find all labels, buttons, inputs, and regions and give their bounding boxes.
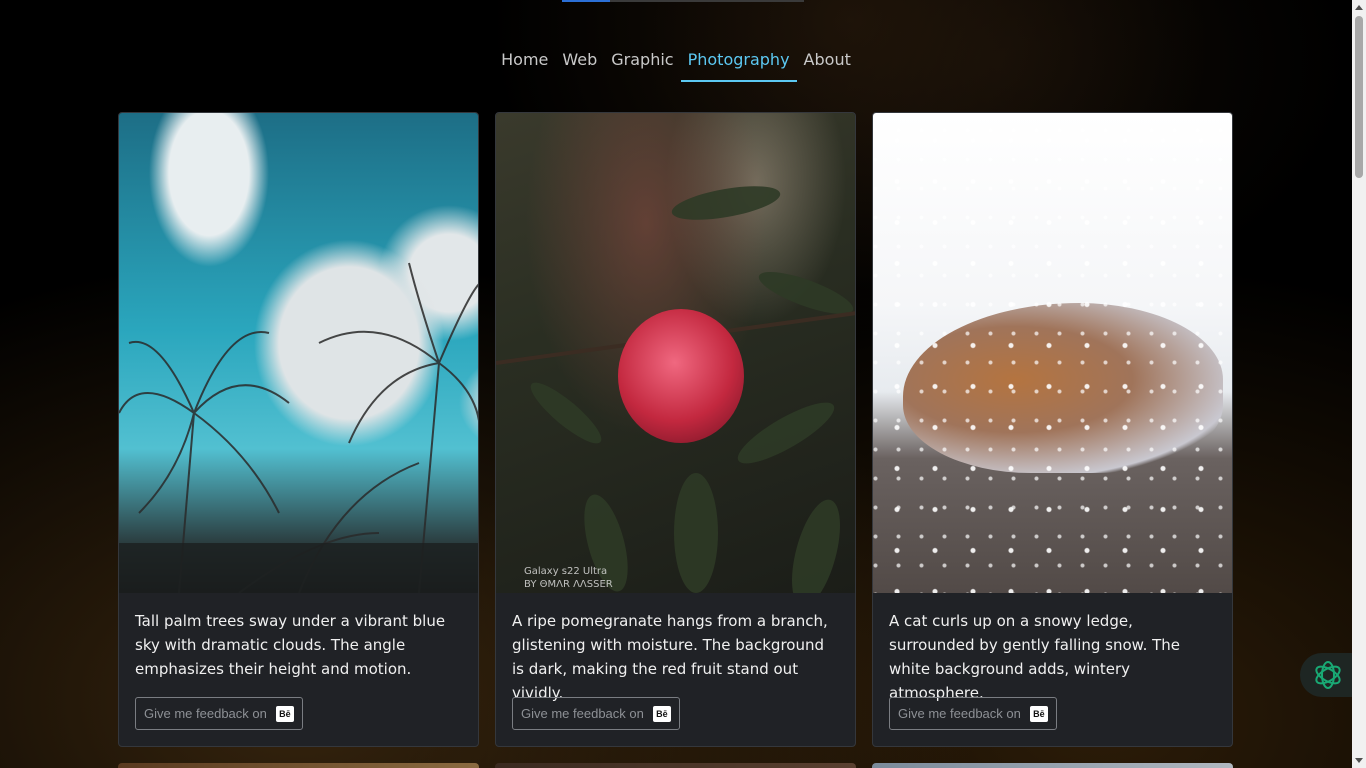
openai-icon [1315, 661, 1341, 689]
watermark-line-1: Galaxy s22 Ultra [524, 566, 608, 577]
page-scrollbar[interactable] [1352, 0, 1366, 768]
palm-silhouettes [119, 262, 478, 593]
snow-cat-photo[interactable] [873, 113, 1232, 593]
main-nav: Home Web Graphic Photography About [0, 46, 1352, 82]
nav-item-home[interactable]: Home [494, 46, 555, 82]
top-progress-bar [562, 0, 804, 2]
pomegranate-photo[interactable]: Galaxy s22 Ultra BY ΘMΛR ΛΛSSER [496, 113, 855, 593]
behance-icon: Bē [275, 705, 294, 722]
nav-item-about[interactable]: About [797, 46, 858, 82]
top-progress-fill [562, 0, 611, 2]
pomegranate-fruit [618, 309, 744, 443]
photo-caption: A ripe pomegranate hangs from a branch, … [512, 612, 828, 702]
behance-feedback-button[interactable]: Give me feedback on Bē [889, 697, 1057, 730]
scroll-down-arrow-icon[interactable] [1355, 758, 1363, 763]
feedback-label: Give me feedback on [898, 706, 1021, 721]
next-row-cards [118, 763, 1233, 768]
nav-item-graphic[interactable]: Graphic [604, 46, 680, 82]
behance-feedback-button[interactable]: Give me feedback on Bē [135, 697, 303, 730]
nav-item-photography[interactable]: Photography [680, 46, 797, 82]
next-card-top[interactable] [495, 763, 856, 768]
photo-watermark: Galaxy s22 Ultra BY ΘMΛR ΛΛSSER [524, 565, 613, 591]
watermark-line-2: BY ΘMΛR ΛΛSSER [524, 579, 613, 590]
behance-icon: Bē [652, 705, 671, 722]
feedback-label: Give me feedback on [144, 706, 267, 721]
photo-caption: Tall palm trees sway under a vibrant blu… [135, 612, 446, 678]
next-card-top[interactable] [872, 763, 1233, 768]
photo-card: Tall palm trees sway under a vibrant blu… [118, 112, 479, 747]
snowflakes-overlay [873, 113, 1232, 593]
photo-card: Galaxy s22 Ultra BY ΘMΛR ΛΛSSER A ripe p… [495, 112, 856, 747]
photo-card: A cat curls up on a snowy ledge, surroun… [872, 112, 1233, 747]
nav-item-web[interactable]: Web [555, 46, 604, 82]
photo-caption: A cat curls up on a snowy ledge, surroun… [889, 612, 1181, 702]
behance-icon: Bē [1029, 705, 1048, 722]
palm-trees-photo[interactable] [119, 113, 478, 593]
feedback-label: Give me feedback on [521, 706, 644, 721]
scroll-up-arrow-icon[interactable] [1355, 5, 1363, 10]
behance-feedback-button[interactable]: Give me feedback on Bē [512, 697, 680, 730]
scrollbar-thumb[interactable] [1355, 16, 1363, 178]
photo-card-grid: Tall palm trees sway under a vibrant blu… [118, 112, 1233, 747]
assistant-button[interactable] [1300, 653, 1356, 697]
next-card-top[interactable] [118, 763, 479, 768]
